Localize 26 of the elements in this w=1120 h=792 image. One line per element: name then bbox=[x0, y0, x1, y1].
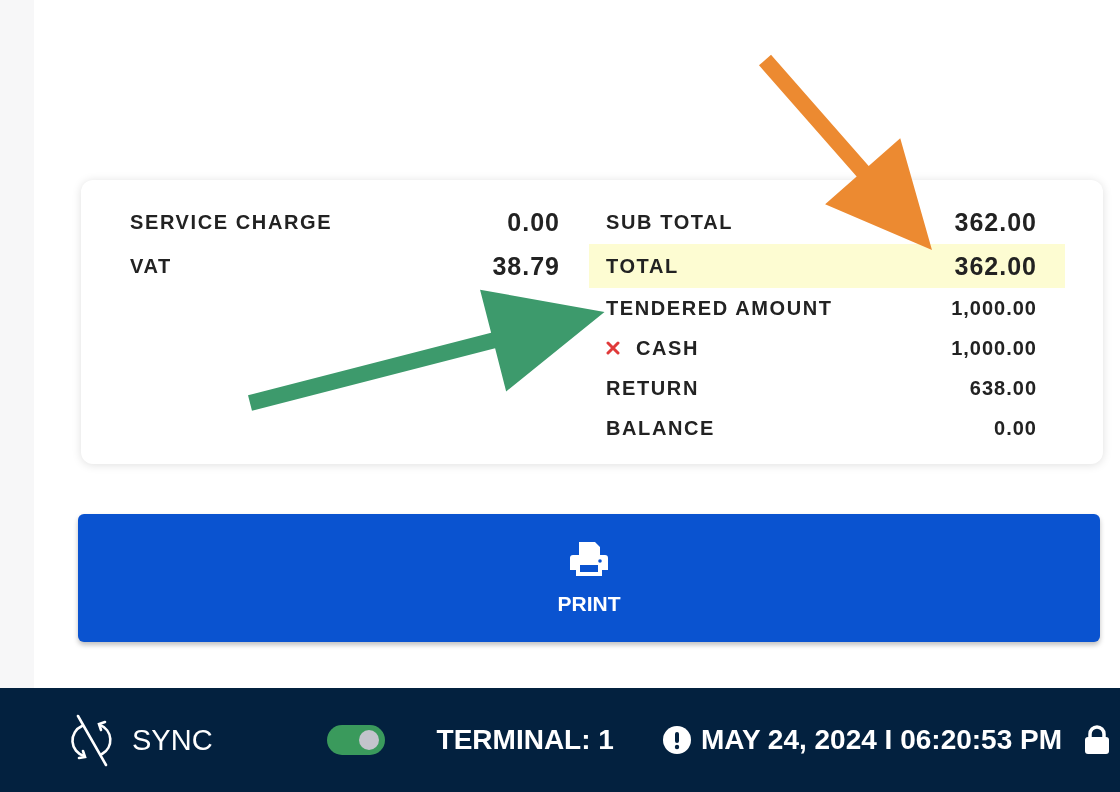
print-button[interactable]: PRINT bbox=[78, 514, 1100, 642]
summary-label: BALANCE bbox=[606, 416, 715, 440]
summary-value: 362.00 bbox=[954, 207, 1037, 237]
sync-toggle[interactable] bbox=[326, 725, 385, 755]
sync-label: SYNC bbox=[132, 723, 213, 757]
summary-value: 1,000.00 bbox=[951, 336, 1037, 360]
summary-value: 0.00 bbox=[994, 416, 1037, 440]
alert-icon bbox=[661, 725, 692, 755]
summary-value: 38.79 bbox=[492, 251, 560, 281]
summary-label: TOTAL bbox=[606, 254, 679, 278]
terminal-label: TERMINAL: 1 bbox=[436, 724, 614, 756]
summary-label: SERVICE CHARGE bbox=[130, 210, 333, 234]
date-time: MAY 24, 2024 I 06:20:53 PM bbox=[700, 724, 1063, 756]
printer-icon bbox=[569, 540, 609, 578]
sync-off-icon[interactable] bbox=[70, 712, 114, 768]
summary-value: 362.00 bbox=[954, 251, 1037, 281]
summary-value: 1,000.00 bbox=[951, 296, 1037, 320]
summary-value: 638.00 bbox=[969, 376, 1037, 400]
lock-icon[interactable] bbox=[1084, 725, 1111, 755]
summary-value: 0.00 bbox=[507, 207, 560, 237]
summary-label: SUB TOTAL bbox=[606, 210, 733, 234]
summary-label: VAT bbox=[130, 254, 172, 278]
summary-label: RETURN bbox=[606, 376, 699, 400]
remove-icon[interactable] bbox=[606, 341, 620, 355]
summary-label: TENDERED AMOUNT bbox=[606, 296, 833, 320]
payment-label: CASH bbox=[636, 336, 700, 360]
